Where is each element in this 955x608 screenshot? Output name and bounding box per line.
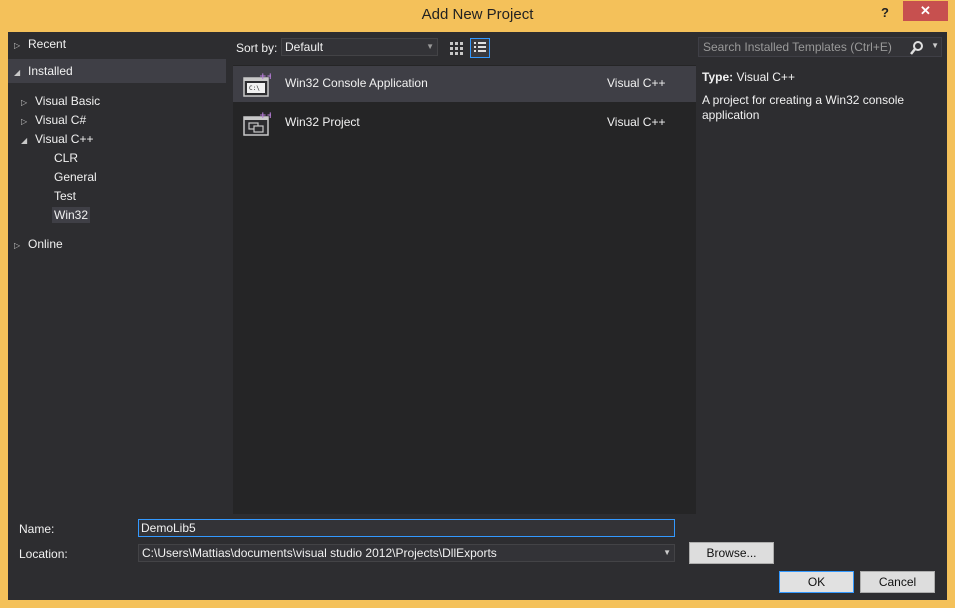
template-name: Win32 Project xyxy=(285,115,360,129)
sort-by-label: Sort by: xyxy=(236,41,278,55)
tree-item-label: General xyxy=(54,170,97,184)
tree-item-online[interactable]: ▷ Online xyxy=(14,232,63,256)
tree-item-label: Test xyxy=(54,189,77,203)
help-button[interactable]: ? xyxy=(873,2,897,24)
small-icons-view-button[interactable] xyxy=(446,38,466,58)
chevron-down-icon[interactable]: ▼ xyxy=(663,545,671,561)
collapse-arrow-icon[interactable]: ◢ xyxy=(14,61,28,85)
tree-item-general[interactable]: General xyxy=(54,168,97,187)
expand-arrow-icon[interactable]: ▷ xyxy=(14,234,28,258)
search-icon[interactable] xyxy=(909,40,925,56)
chevron-down-icon[interactable]: ▼ xyxy=(931,41,939,50)
tree-item-win32[interactable]: Win32 xyxy=(52,206,91,225)
name-input[interactable] xyxy=(138,519,675,537)
tree-item-label: Visual C++ xyxy=(35,132,94,146)
sort-by-value: Default xyxy=(285,40,324,54)
add-new-project-dialog: Add New Project ? ✕ ▷ Recent ◢ Installed ▷… xyxy=(0,0,955,608)
tree-item-test[interactable]: Test xyxy=(54,187,76,206)
template-details: Type: Visual C++ A project for creating … xyxy=(702,70,942,123)
tree-item-label: Online xyxy=(28,237,63,251)
location-dropdown[interactable]: C:\Users\Mattias\documents\visual studio… xyxy=(138,544,675,562)
template-row-win32-console[interactable]: C:\ ++ Win32 Console Application Visual … xyxy=(233,66,696,102)
search-input[interactable] xyxy=(701,39,910,55)
cancel-button[interactable]: Cancel xyxy=(860,571,935,593)
expand-arrow-icon[interactable]: ▷ xyxy=(21,112,35,131)
svg-text:++: ++ xyxy=(259,111,271,121)
template-list: C:\ ++ Win32 Console Application Visual … xyxy=(233,65,696,514)
browse-button[interactable]: Browse... xyxy=(689,542,774,564)
tree-item-visual-csharp[interactable]: ▷ Visual C# xyxy=(21,111,86,130)
tree-item-visual-cpp[interactable]: ◢ Visual C++ xyxy=(21,130,93,149)
type-label: Type: xyxy=(702,70,734,84)
tree-item-visual-basic[interactable]: ▷ Visual Basic xyxy=(21,92,100,111)
tree-item-label: CLR xyxy=(54,151,79,165)
chevron-down-icon: ▼ xyxy=(426,42,434,51)
location-label: Location: xyxy=(19,547,68,561)
location-value: C:\Users\Mattias\documents\visual studio… xyxy=(142,546,497,560)
close-button[interactable]: ✕ xyxy=(903,1,948,21)
template-language: Visual C++ xyxy=(607,115,666,129)
template-description: A project for creating a Win32 console a… xyxy=(702,93,905,122)
template-language: Visual C++ xyxy=(607,76,666,90)
ok-button[interactable]: OK xyxy=(779,571,854,593)
list-view-icon xyxy=(474,42,486,52)
name-label: Name: xyxy=(19,522,55,536)
tree-item-label: Recent xyxy=(28,37,67,51)
expand-arrow-icon[interactable]: ▷ xyxy=(14,34,28,58)
project-form: Name: Location: C:\Users\Mattias\documen… xyxy=(8,514,947,600)
tree-item-recent[interactable]: ▷ Recent xyxy=(14,32,66,56)
grid-view-icon xyxy=(450,42,463,55)
svg-text:C:\: C:\ xyxy=(249,85,260,92)
svg-text:++: ++ xyxy=(259,72,271,82)
console-app-icon: C:\ ++ xyxy=(243,72,271,97)
type-line: Type: Visual C++ xyxy=(702,70,942,84)
type-value: Visual C++ xyxy=(736,70,795,84)
template-tree: ▷ Recent ◢ Installed ▷ Visual Basic ▷ Visual… xyxy=(8,32,228,514)
tree-item-label: Win32 xyxy=(52,207,91,223)
collapse-arrow-icon[interactable]: ◢ xyxy=(21,131,35,150)
window-title: Add New Project xyxy=(421,6,534,23)
title-bar[interactable]: Add New Project ? ✕ xyxy=(0,0,955,32)
template-name: Win32 Console Application xyxy=(285,76,428,90)
expand-arrow-icon[interactable]: ▷ xyxy=(21,93,35,112)
tree-item-label: Installed xyxy=(28,64,73,78)
tree-item-installed[interactable]: ◢ Installed xyxy=(8,59,226,83)
list-view-button[interactable] xyxy=(470,38,490,58)
tree-item-label: Visual C# xyxy=(35,113,87,127)
dialog-client: ▷ Recent ◢ Installed ▷ Visual Basic ▷ Visual… xyxy=(8,32,947,600)
template-row-win32-project[interactable]: ++ Win32 Project Visual C++ xyxy=(233,105,696,141)
search-templates-box[interactable]: ▼ xyxy=(698,37,942,57)
sort-by-dropdown[interactable]: Default ▼ xyxy=(281,38,438,56)
tree-item-label: Visual Basic xyxy=(35,94,101,108)
win32-project-icon: ++ xyxy=(243,111,271,136)
tree-item-clr[interactable]: CLR xyxy=(54,149,78,168)
